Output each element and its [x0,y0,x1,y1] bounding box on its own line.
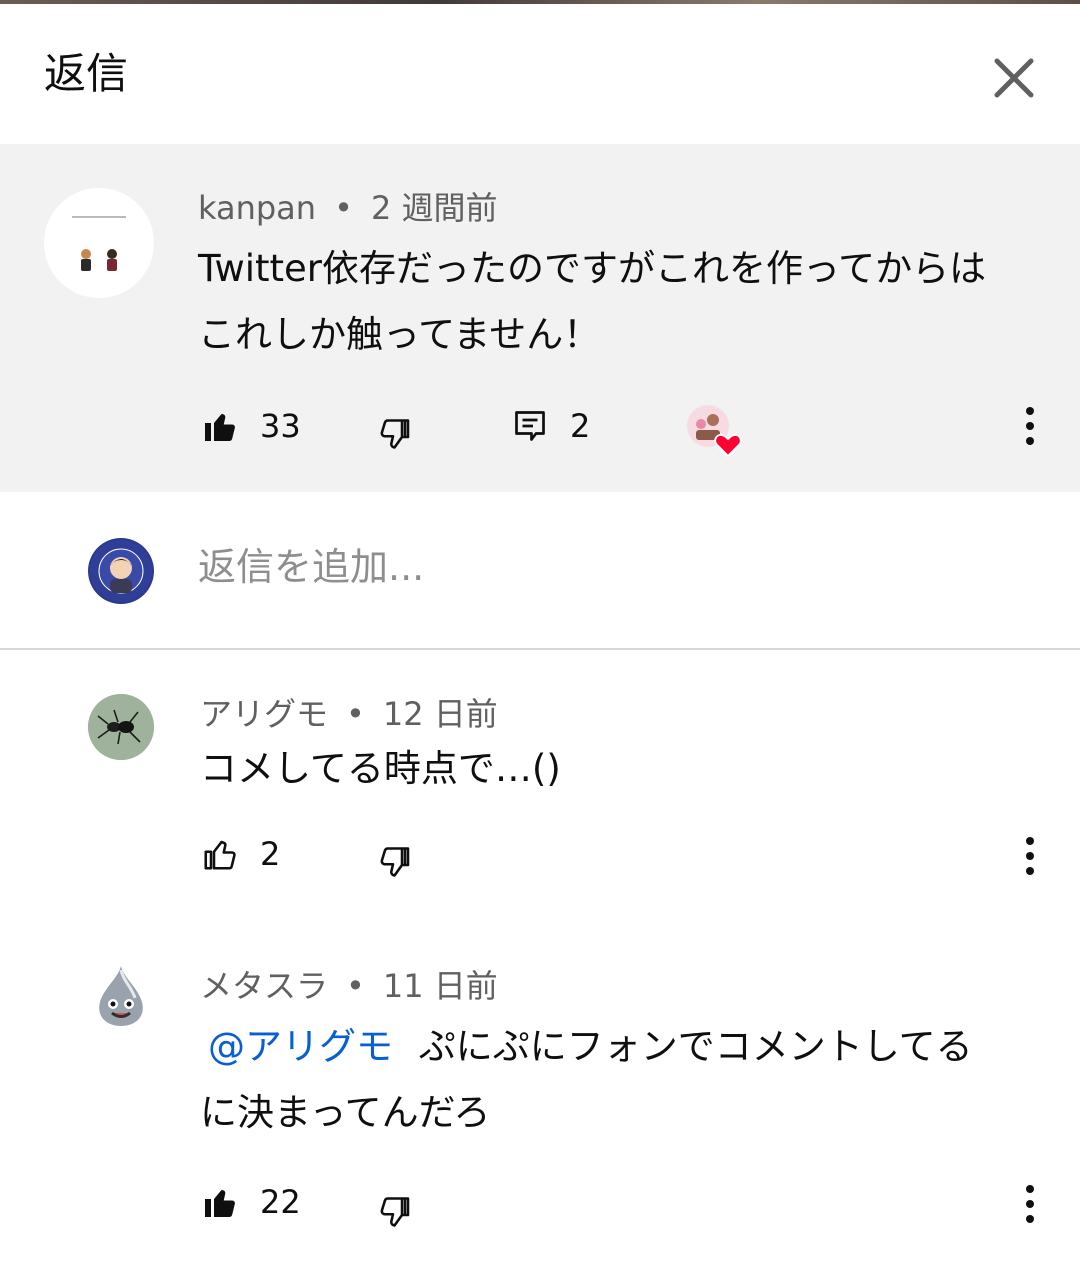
thumbs-up-icon [204,840,236,870]
thumbs-up-filled-icon [205,414,235,441]
more-vert-icon [1026,1185,1034,1223]
replies-header: 返信 [0,4,1080,144]
add-reply-row: 返信を追加... [0,492,1080,650]
avatar-illustration [72,216,126,271]
author-name[interactable]: kanpan [198,189,316,227]
comment-time: 12 日前 [382,695,498,733]
more-options-button[interactable] [1010,826,1050,886]
comment-text-line: これしか触ってません！ [198,313,601,356]
thumbs-down-icon [380,847,410,877]
comment-text: Twitter依存だったのですがこれを作ってからは これしか触ってません！ [198,236,1038,368]
comment-time: 11 日前 [382,967,498,1005]
replies-button[interactable]: 2 [512,406,590,446]
comment-text: コメしてる時点で…() [200,747,561,790]
more-vert-icon [1026,837,1034,875]
dislike-button[interactable] [378,842,414,882]
separator-dot: • [346,695,365,733]
creator-heart-icon [687,405,742,458]
dislike-button[interactable] [378,1192,414,1232]
like-count: 33 [260,407,301,445]
panel-title: 返信 [44,49,129,98]
parent-comment: kanpan • 2 週間前 Twitter依存だったのですがこれを作ってからは こ… [0,144,1080,492]
close-button[interactable] [984,48,1044,108]
comment-meta: kanpan • 2 週間前 [198,188,497,228]
like-count: 2 [260,835,281,873]
thumbs-up-filled-icon [205,1190,235,1217]
comment-meta: アリグモ • 12 日前 [200,694,498,734]
reply-count: 2 [570,407,591,445]
user-avatar [88,538,154,604]
thumbs-down-icon [380,419,410,449]
comment-time: 2 週間前 [370,189,498,227]
like-button[interactable]: 22 [202,1182,301,1222]
comment-text-line: @アリグモ ぷにぷにフォンでコメントしてる [200,1014,1040,1080]
more-vert-icon [1026,407,1034,445]
close-icon [994,58,1034,98]
user-avatar-illustration [90,540,152,602]
like-button[interactable]: 2 [202,834,280,874]
mention-link[interactable]: @アリグモ [208,1025,393,1068]
comment-text-line: に決まってんだろ [200,1091,491,1134]
separator-dot: • [346,967,365,1005]
more-options-button[interactable] [1010,396,1050,456]
comment-text-line: Twitter依存だったのですがこれを作ってからは [198,247,987,290]
more-options-button[interactable] [1010,1174,1050,1234]
avatar[interactable] [44,188,154,298]
creator-heart [686,404,746,460]
comment-text: @アリグモ ぷにぷにフォンでコメントしてる に決まってんだろ [200,1014,1040,1146]
comment-meta: メタスラ • 11 日前 [200,966,498,1006]
author-name[interactable]: メタスラ [200,967,328,1005]
thumbs-down-icon [380,1197,410,1227]
comment-text-segment: ぷにぷにフォンでコメントしてる [418,1025,973,1068]
like-button[interactable]: 33 [202,406,301,446]
add-reply-input[interactable]: 返信を追加... [198,542,1018,592]
like-count: 22 [260,1183,301,1221]
separator-dot: • [334,189,353,227]
author-name[interactable]: アリグモ [200,695,328,733]
avatar[interactable] [88,964,154,1030]
ant-avatar-illustration [88,694,154,760]
comment-icon [515,411,545,441]
dislike-button[interactable] [378,414,414,454]
metal-slime-avatar-illustration [99,966,143,1026]
avatar[interactable] [88,694,154,760]
